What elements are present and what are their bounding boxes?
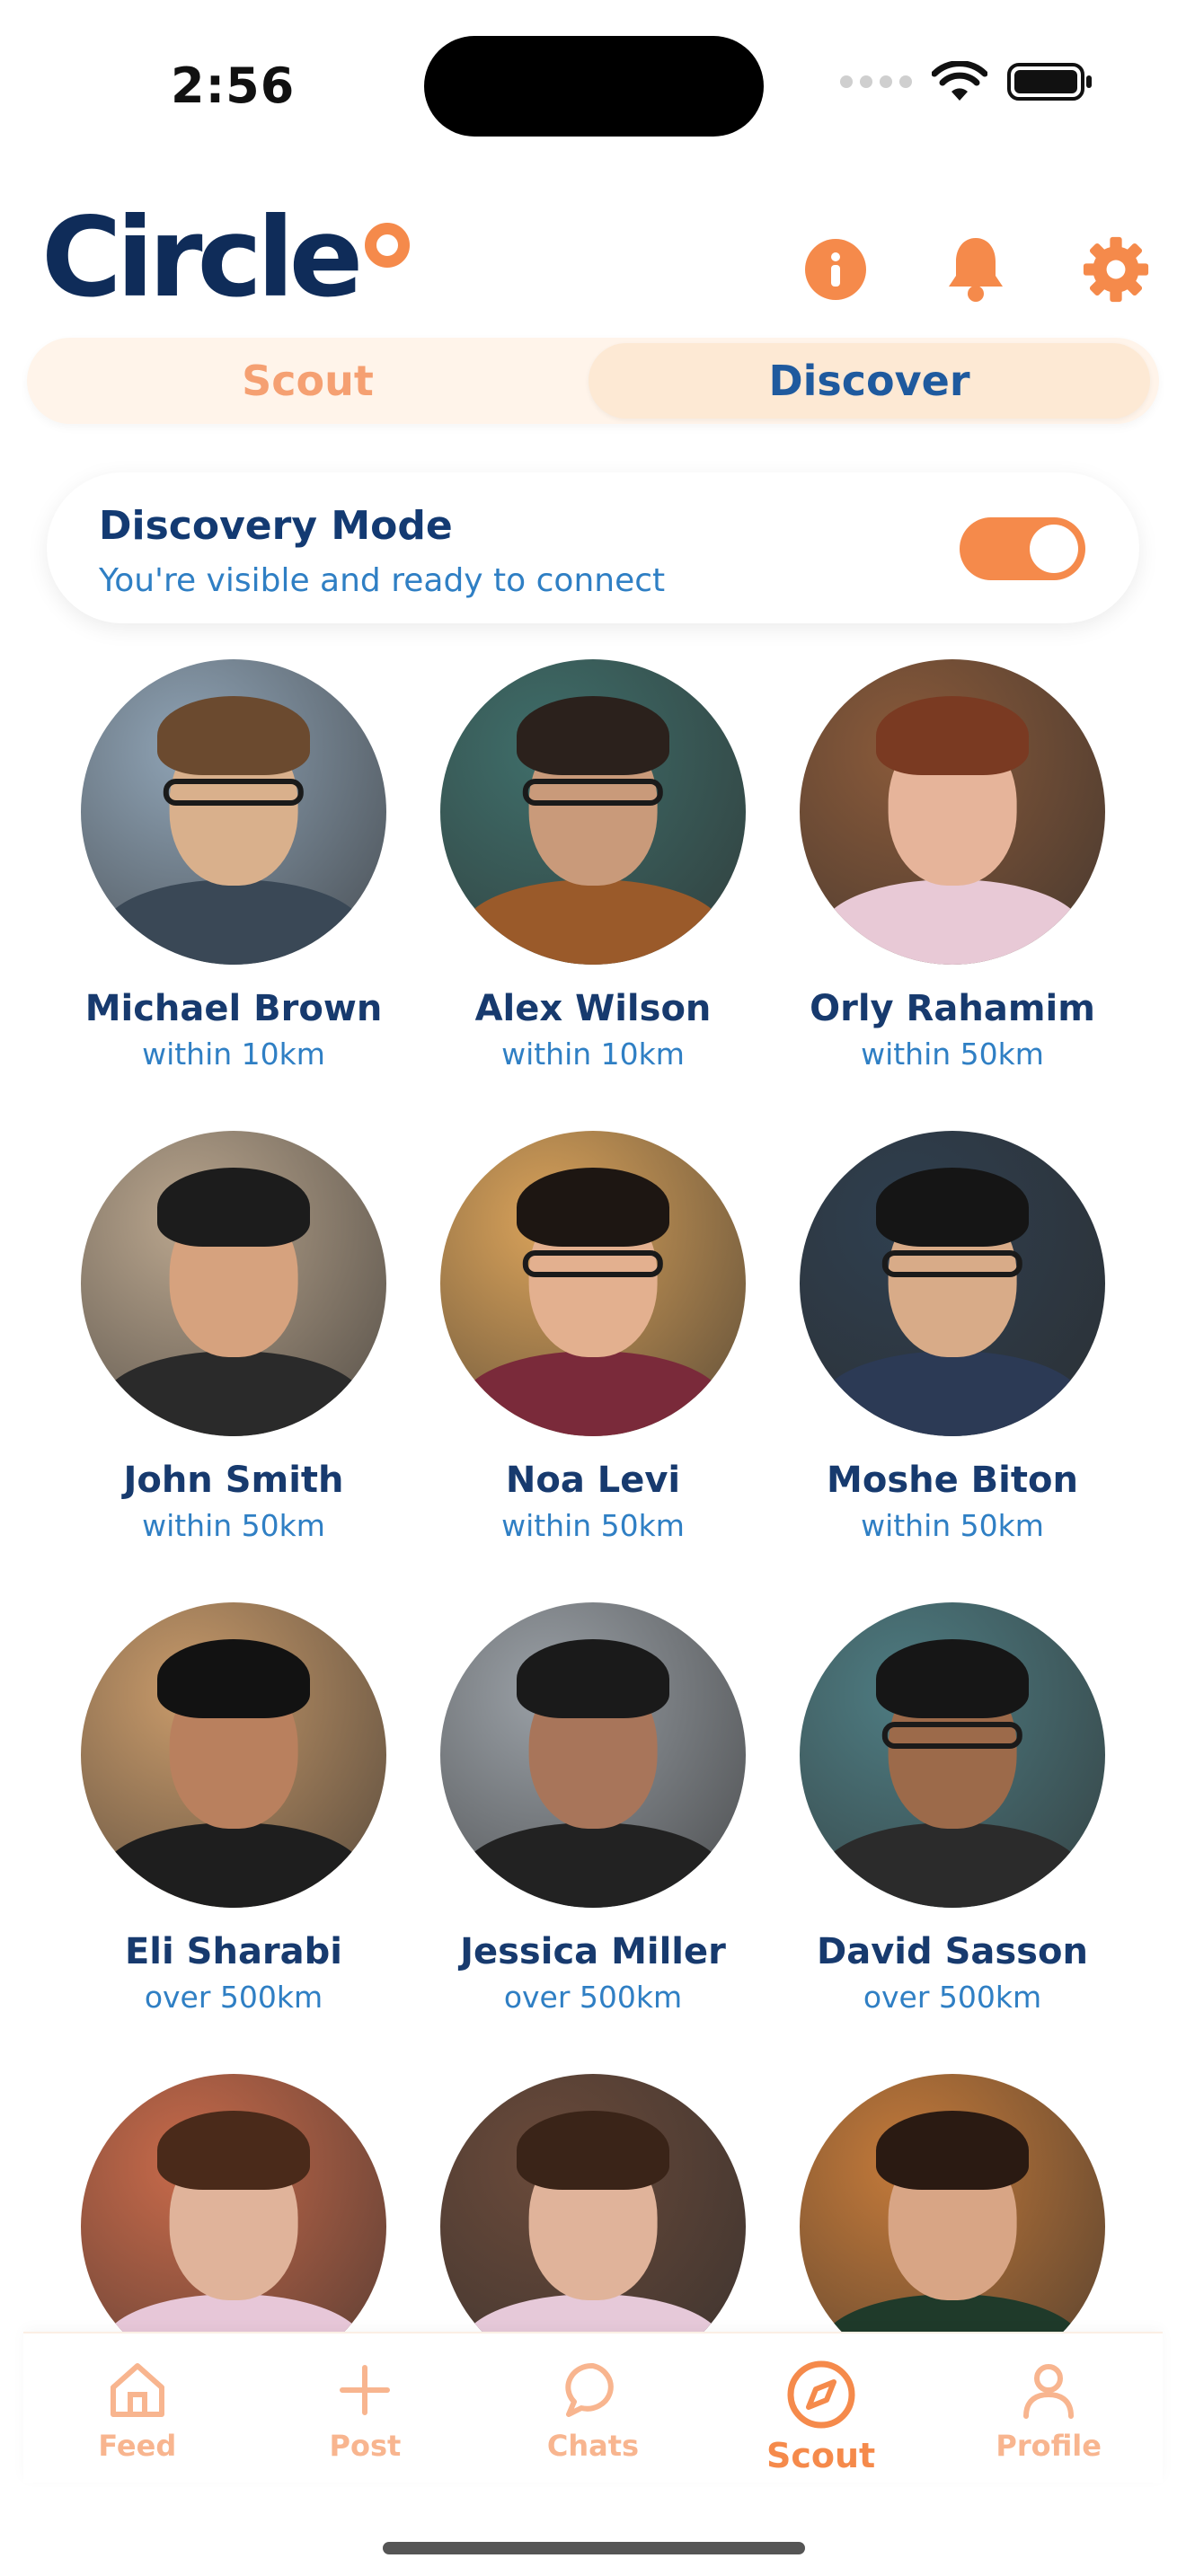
person-avatar[interactable]: [440, 1131, 746, 1436]
info-icon[interactable]: [801, 235, 870, 304]
person-card[interactable]: Orly Rahamim within 50km: [791, 659, 1114, 1072]
nav-post[interactable]: Post: [252, 2333, 480, 2483]
status-indicators: [840, 61, 1093, 102]
person-name: Alex Wilson: [474, 988, 712, 1029]
tab-scout[interactable]: Scout: [27, 338, 589, 424]
discovery-subtitle: You're visible and ready to connect: [99, 562, 666, 599]
header-actions: [801, 235, 1150, 304]
person-distance: over 500km: [503, 1980, 683, 2015]
person-avatar[interactable]: [81, 1602, 386, 1908]
person-avatar[interactable]: [800, 1602, 1105, 1908]
person-avatar[interactable]: [440, 2074, 746, 2333]
person-card[interactable]: [791, 2074, 1114, 2333]
plus-icon: [340, 2365, 391, 2415]
discovery-mode-card: Discovery Mode You're visible and ready …: [47, 472, 1139, 623]
nav-label: Post: [329, 2429, 402, 2463]
person-name: David Sasson: [817, 1931, 1088, 1972]
person-name: John Smith: [123, 1460, 344, 1501]
nav-scout[interactable]: Scout: [707, 2333, 935, 2483]
bottom-navigation: Feed Post Chats Scout Profile: [23, 2332, 1163, 2483]
person-distance: within 10km: [142, 1037, 325, 1072]
person-card[interactable]: John Smith within 50km: [72, 1131, 395, 1543]
person-distance: over 500km: [144, 1980, 323, 2015]
person-distance: within 10km: [501, 1037, 685, 1072]
person-avatar[interactable]: [800, 2074, 1105, 2333]
gear-icon[interactable]: [1082, 235, 1150, 304]
compass-icon: [787, 2360, 855, 2429]
person-distance: over 500km: [863, 1980, 1042, 2015]
person-name: Jessica Miller: [460, 1931, 726, 1972]
person-avatar[interactable]: [800, 659, 1105, 965]
person-distance: within 50km: [861, 1037, 1044, 1072]
person-distance: within 50km: [501, 1508, 685, 1543]
person-name: Eli Sharabi: [124, 1931, 342, 1972]
person-avatar[interactable]: [81, 659, 386, 965]
person-card[interactable]: Michael Brown within 10km: [72, 659, 395, 1072]
person-card[interactable]: [431, 2074, 755, 2333]
toggle-knob: [1030, 525, 1078, 573]
nav-label: Chats: [546, 2429, 640, 2463]
circle-logo: Circle: [41, 203, 411, 313]
bell-icon[interactable]: [942, 235, 1010, 304]
nav-chats[interactable]: Chats: [479, 2333, 707, 2483]
person-avatar[interactable]: [81, 1131, 386, 1436]
person-avatar[interactable]: [800, 1131, 1105, 1436]
person-name: Noa Levi: [505, 1460, 681, 1501]
status-time: 2:56: [171, 57, 296, 114]
segment-tabs: Scout Discover: [27, 338, 1159, 424]
dynamic-island: [424, 36, 764, 137]
person-card[interactable]: David Sasson over 500km: [791, 1602, 1114, 2015]
person-card[interactable]: Alex Wilson within 10km: [431, 659, 755, 1072]
discovery-title: Discovery Mode: [99, 503, 453, 549]
nav-label: Scout: [766, 2436, 876, 2475]
cellular-signal-icon: [840, 75, 912, 88]
battery-icon: [1007, 63, 1092, 101]
person-card[interactable]: Moshe Biton within 50km: [791, 1131, 1114, 1543]
person-name: Orly Rahamim: [810, 988, 1095, 1029]
person-card[interactable]: Jessica Miller over 500km: [431, 1602, 755, 2015]
person-card[interactable]: Noa Levi within 50km: [431, 1131, 755, 1543]
nav-label: Profile: [996, 2429, 1102, 2463]
nav-profile[interactable]: Profile: [934, 2333, 1163, 2483]
person-name: Moshe Biton: [827, 1460, 1078, 1501]
person-name: Michael Brown: [84, 988, 383, 1029]
wifi-icon: [932, 61, 987, 101]
tab-discover[interactable]: Discover: [589, 343, 1150, 419]
home-icon: [110, 2363, 164, 2417]
person-avatar[interactable]: [440, 659, 746, 965]
person-card[interactable]: Eli Sharabi over 500km: [72, 1602, 395, 2015]
person-distance: within 50km: [142, 1508, 325, 1543]
user-icon: [1023, 2364, 1075, 2419]
person-distance: within 50km: [861, 1508, 1044, 1543]
person-avatar[interactable]: [440, 1602, 746, 1908]
discovery-toggle[interactable]: [960, 517, 1085, 580]
chat-bubble-icon: [565, 2362, 614, 2417]
nav-label: Feed: [98, 2429, 177, 2463]
person-avatar[interactable]: [81, 2074, 386, 2333]
nav-feed[interactable]: Feed: [23, 2333, 252, 2483]
people-grid: Michael Brown within 10km Alex Wilson withi…: [0, 659, 1186, 2333]
home-indicator[interactable]: [383, 2542, 805, 2554]
person-card[interactable]: [72, 2074, 395, 2333]
